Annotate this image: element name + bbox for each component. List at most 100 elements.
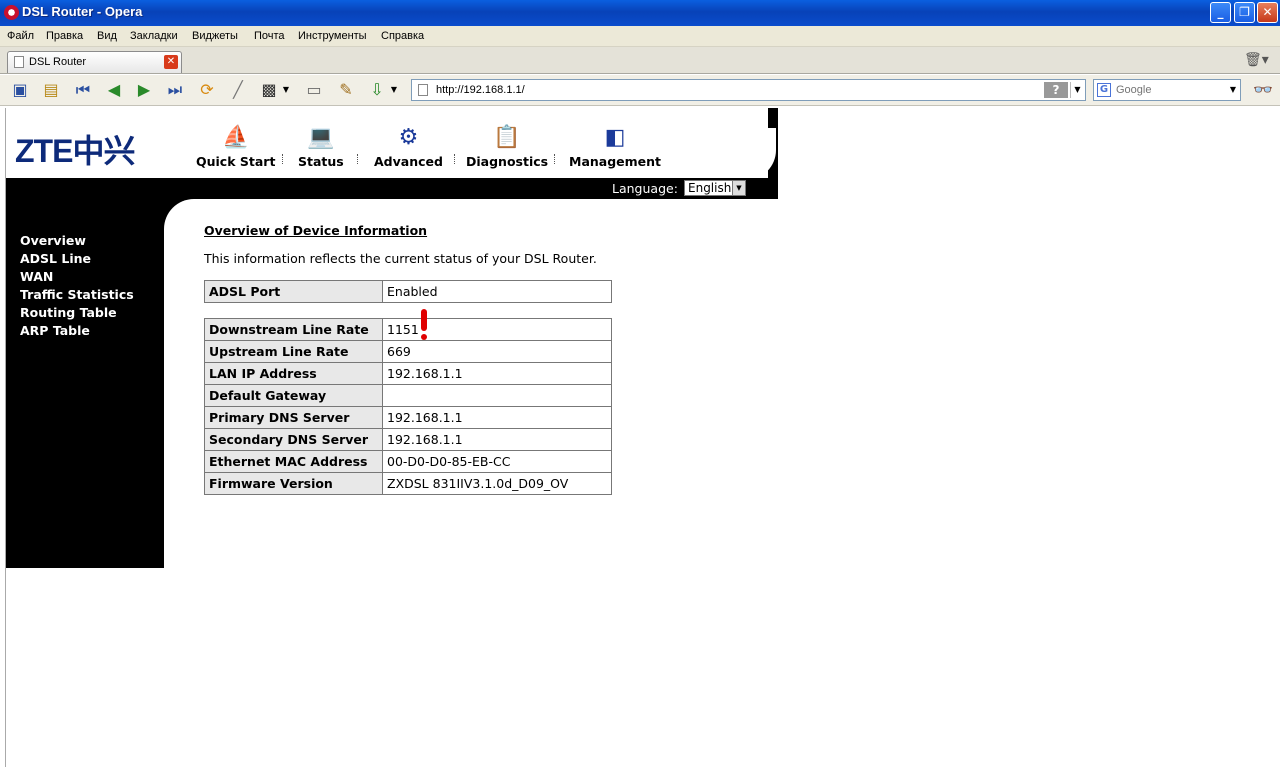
table-value: Enabled — [382, 280, 612, 303]
table-value: 669 — [382, 340, 612, 363]
tab-close-icon[interactable]: ✕ — [164, 55, 178, 69]
table-value: 192.168.1.1 — [382, 406, 612, 429]
nav-quick-start[interactable]: ⛵ Quick Start — [196, 124, 275, 169]
address-dropdown-icon[interactable]: ▼ — [1070, 82, 1084, 98]
nav-label: Advanced — [374, 154, 443, 169]
image-dropdown-icon[interactable]: ▼ — [280, 79, 292, 101]
table-value — [382, 384, 612, 407]
image-icon[interactable]: ▩ — [258, 79, 280, 101]
minimize-button[interactable]: _ — [1210, 2, 1231, 23]
address-bar[interactable]: ? ▼ — [411, 79, 1086, 101]
menu-bar: Файл Правка Вид Закладки Виджеты Почта И… — [0, 26, 1280, 47]
nav-separator — [554, 154, 555, 164]
table-key: Primary DNS Server — [204, 406, 383, 429]
transfers-dropdown-icon[interactable]: ▼ — [388, 79, 400, 101]
sidebar-item-traffic-statistics[interactable]: Traffic Statistics — [20, 287, 134, 302]
search-box[interactable]: G ▼ — [1093, 79, 1241, 101]
sidebar-item-adsl-line[interactable]: ADSL Line — [20, 251, 91, 266]
sidebar-item-arp-table[interactable]: ARP Table — [20, 323, 90, 338]
notes-icon[interactable]: ▭ — [303, 79, 325, 101]
device-info-table: Downstream Line Rate 1151 Upstream Line … — [204, 318, 612, 495]
table-key: Firmware Version — [204, 472, 383, 495]
management-icon: ◧ — [604, 125, 626, 150]
menu-item-widgets[interactable]: Виджеты — [192, 30, 238, 42]
table-key: LAN IP Address — [204, 362, 383, 385]
table-row: Firmware Version ZXDSL 831IIV3.1.0d_D09_… — [204, 472, 612, 495]
sidebar-item-routing-table[interactable]: Routing Table — [20, 305, 117, 320]
language-value: English — [688, 181, 732, 195]
edit-icon[interactable]: ╱ — [227, 79, 249, 101]
zte-logo: ZTE中兴 — [15, 133, 135, 169]
maximize-button[interactable]: ❐ — [1234, 2, 1255, 23]
content-corner-decoration — [164, 199, 204, 229]
table-row: Downstream Line Rate 1151 — [204, 318, 612, 341]
tab-dsl-router[interactable]: DSL Router ✕ — [7, 51, 182, 73]
close-window-button[interactable]: ✕ — [1257, 2, 1278, 23]
table-key: Default Gateway — [204, 384, 383, 407]
trash-icon[interactable]: 🗑▾ — [1244, 52, 1269, 68]
quick-start-icon: ⛵ — [222, 125, 250, 150]
sidebar-item-wan[interactable]: WAN — [20, 269, 53, 284]
table-key: Ethernet MAC Address — [204, 450, 383, 473]
nav-status[interactable]: 💻 Status — [298, 124, 344, 169]
window-title-bar[interactable]: DSL Router - Opera _ ❐ ✕ — [0, 0, 1280, 26]
menu-item-help[interactable]: Справка — [381, 30, 424, 42]
exclamation-bar — [421, 309, 427, 331]
fast-forward-icon[interactable]: ⏭ — [164, 79, 186, 101]
search-input[interactable] — [1116, 82, 1216, 98]
exclamation-dot — [421, 334, 427, 340]
table-row: Secondary DNS Server 192.168.1.1 — [204, 428, 612, 451]
save-icon[interactable]: ▣ — [9, 79, 31, 101]
menu-item-edit[interactable]: Правка — [46, 30, 83, 42]
chip-icon: ⚙ — [398, 125, 419, 150]
table-row: Default Gateway — [204, 384, 612, 407]
language-label: Language: — [612, 181, 678, 196]
sidebar-item-overview[interactable]: Overview — [20, 233, 86, 248]
language-select[interactable]: English ▼ — [684, 180, 746, 196]
nav-separator — [454, 154, 455, 164]
browser-toolbar: ▣ ▤ ⏮ ◀ ▶ ⏭ ⟳ ╱ ▩ ▼ ▭ ✎ ⇩ ▼ ? ▼ G ▼ 👓 — [0, 75, 1280, 106]
google-icon: G — [1097, 83, 1111, 97]
reload-icon[interactable]: ⟳ — [196, 79, 218, 101]
new-page-icon[interactable]: ▤ — [40, 79, 62, 101]
menu-item-tools[interactable]: Инструменты — [298, 30, 367, 42]
menu-item-bookmarks[interactable]: Закладки — [130, 30, 178, 42]
adsl-port-table: ADSL Port Enabled — [204, 280, 612, 303]
rewind-icon[interactable]: ⏮ — [72, 79, 94, 101]
exclamation-mark-annotation-icon — [420, 309, 428, 341]
menu-item-mail[interactable]: Почта — [254, 30, 285, 42]
table-value: 192.168.1.1 — [382, 362, 612, 385]
tab-label: DSL Router — [29, 56, 87, 68]
opera-logo-icon — [4, 5, 19, 20]
table-value: ZXDSL 831IIV3.1.0d_D09_OV — [382, 472, 612, 495]
address-input[interactable] — [436, 82, 1036, 98]
nav-label: Management — [569, 154, 662, 169]
table-key: Upstream Line Rate — [204, 340, 383, 363]
wand-icon[interactable]: ✎ — [335, 79, 357, 101]
table-value: 1151 — [382, 318, 612, 341]
menu-item-file[interactable]: Файл — [7, 30, 34, 42]
transfers-icon[interactable]: ⇩ — [366, 79, 388, 101]
nav-advanced[interactable]: ⚙ Advanced — [374, 124, 443, 169]
table-row: Ethernet MAC Address 00-D0-D0-85-EB-CC — [204, 450, 612, 473]
binoculars-icon[interactable]: 👓 — [1250, 79, 1276, 101]
menu-item-view[interactable]: Вид — [97, 30, 117, 42]
nav-management[interactable]: ◧ Management — [569, 124, 661, 169]
table-value: 00-D0-D0-85-EB-CC — [382, 450, 612, 473]
site-info-icon[interactable]: ? — [1044, 82, 1068, 98]
table-key: Secondary DNS Server — [204, 428, 383, 451]
table-row: LAN IP Address 192.168.1.1 — [204, 362, 612, 385]
back-icon[interactable]: ◀ — [103, 79, 125, 101]
nav-diagnostics[interactable]: 📋 Diagnostics — [466, 124, 548, 169]
tab-bar: DSL Router ✕ — [0, 47, 1280, 74]
nav-label: Quick Start — [196, 154, 276, 169]
forward-icon[interactable]: ▶ — [133, 79, 155, 101]
chevron-down-icon: ▼ — [732, 181, 745, 195]
nav-label: Status — [298, 154, 344, 169]
clipboard-icon: 📋 — [493, 125, 521, 150]
search-dropdown-icon[interactable]: ▼ — [1226, 82, 1240, 98]
laptop-icon: 💻 — [307, 125, 335, 150]
window-title: DSL Router - Opera — [22, 4, 143, 19]
table-row: Upstream Line Rate 669 — [204, 340, 612, 363]
page-viewport: ZTE中兴 ⛵ Quick Start 💻 Status ⚙ Advanced … — [5, 108, 1280, 767]
